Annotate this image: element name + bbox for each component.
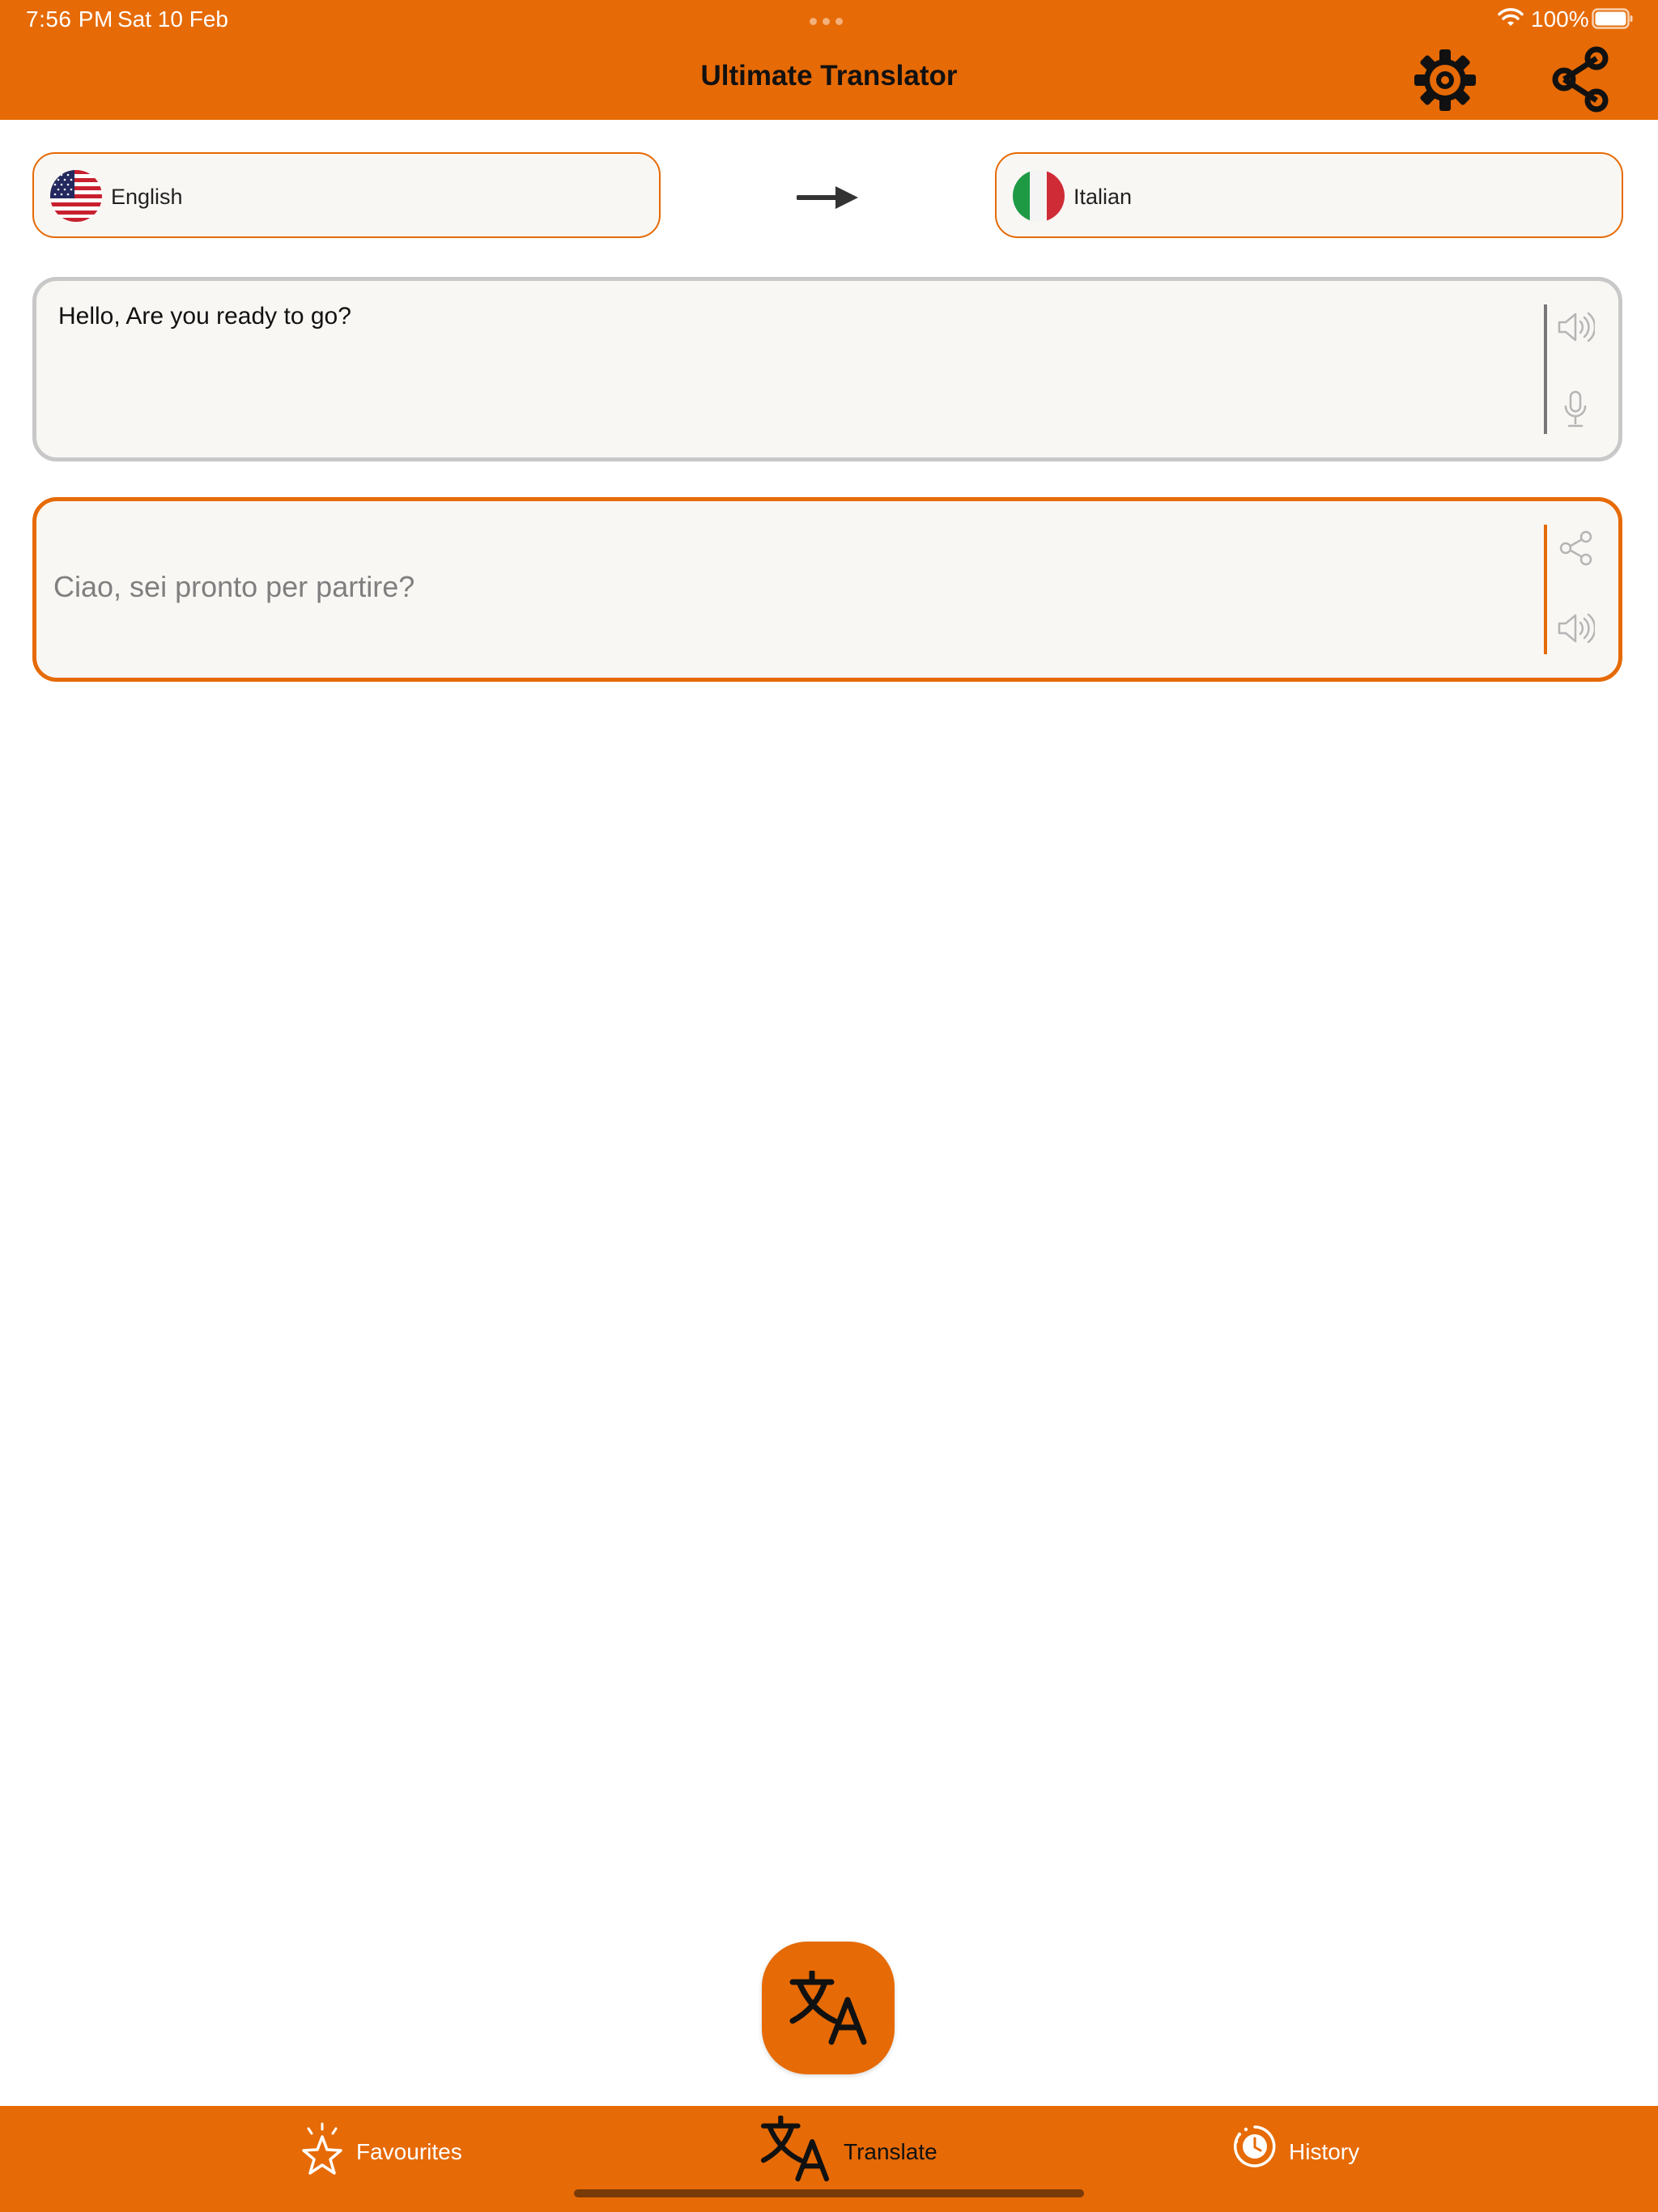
tab-history[interactable]: History: [1224, 2106, 1418, 2212]
us-flag-icon: [50, 170, 102, 222]
share-icon: [1552, 46, 1609, 113]
translate-icon: [760, 2116, 830, 2182]
tab-translate-label: Translate: [844, 2139, 937, 2164]
target-language-label: Italian: [1073, 185, 1133, 209]
arrow-right-icon[interactable]: [797, 180, 860, 215]
battery-icon: [1592, 8, 1633, 29]
status-time: 7:56 PM: [26, 6, 113, 32]
translate-button[interactable]: [762, 1942, 895, 2074]
source-text-input[interactable]: Hello, Are you ready to go?: [58, 303, 351, 330]
tab-favourites-label: Favourites: [356, 2139, 462, 2164]
output-divider: [1544, 525, 1547, 654]
page-title: Ultimate Translator: [700, 60, 958, 91]
italy-flag-icon: [1013, 170, 1065, 222]
multitasking-dots-icon[interactable]: [810, 15, 848, 25]
battery-percentage: 100%: [1531, 6, 1589, 32]
status-date: Sat 10 Feb: [117, 6, 228, 32]
speaker-icon[interactable]: [1556, 308, 1595, 347]
tab-history-label: History: [1289, 2139, 1360, 2164]
settings-button[interactable]: [1412, 47, 1478, 113]
source-language-selector[interactable]: English: [32, 152, 661, 238]
tab-favourites[interactable]: Favourites: [291, 2106, 486, 2212]
wifi-icon: [1498, 8, 1524, 26]
speaker-icon[interactable]: [1556, 609, 1595, 648]
source-language-label: English: [111, 185, 183, 209]
gear-icon: [1414, 49, 1476, 111]
share-button[interactable]: [1550, 45, 1614, 113]
app-header: 7:56 PM Sat 10 Feb 100% Ultimate Transla…: [0, 0, 1658, 120]
input-divider: [1544, 304, 1547, 434]
microphone-icon[interactable]: [1562, 390, 1588, 429]
target-language-selector[interactable]: Italian: [995, 152, 1623, 238]
translation-output-text: Ciao, sei pronto per partire?: [53, 570, 415, 603]
home-indicator[interactable]: [574, 2189, 1084, 2197]
translate-icon: [789, 1971, 867, 2045]
share-icon[interactable]: [1558, 530, 1595, 567]
star-icon: [302, 2122, 342, 2175]
history-clock-icon: [1233, 2125, 1276, 2167]
